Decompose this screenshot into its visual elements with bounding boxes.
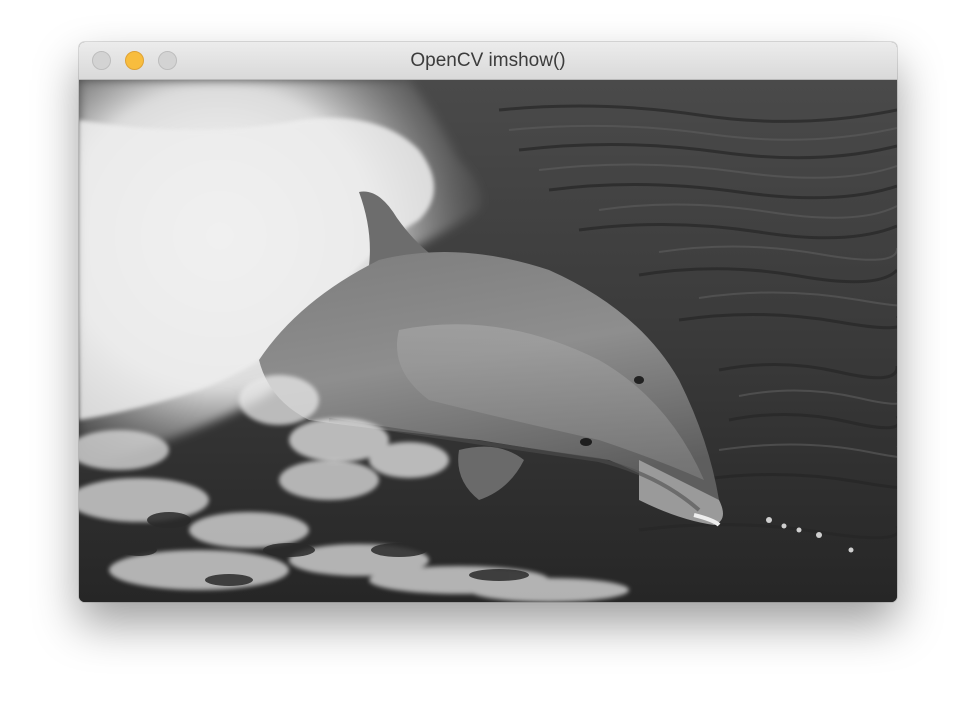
imshow-window: OpenCV imshow(): [79, 42, 897, 602]
window-title: OpenCV imshow(): [410, 50, 566, 71]
dolphin-image: [79, 80, 897, 602]
desktop: OpenCV imshow(): [0, 0, 975, 723]
image-canvas[interactable]: [79, 80, 897, 602]
window-titlebar[interactable]: OpenCV imshow(): [79, 42, 897, 80]
